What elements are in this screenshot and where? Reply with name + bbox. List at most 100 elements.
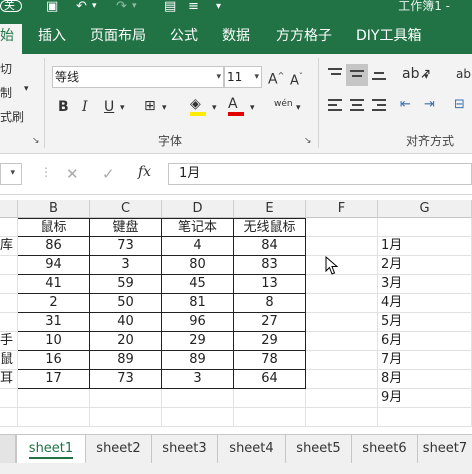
table-cell[interactable]: 45 — [162, 275, 234, 294]
copy-button[interactable]: 制 — [0, 84, 12, 101]
borders-icon[interactable]: ⊞ — [144, 98, 156, 114]
table-header-cell[interactable]: 鼠标 — [18, 218, 90, 237]
underline-dropdown-icon[interactable]: ▾ — [120, 100, 125, 116]
phonetic-guide-button[interactable]: wén — [274, 96, 293, 112]
table-cell[interactable]: 17 — [18, 370, 90, 389]
column-header-F[interactable]: F — [306, 200, 378, 218]
column-header-E[interactable]: E — [234, 200, 306, 218]
column-header-B[interactable]: B — [18, 200, 90, 218]
table-cell[interactable]: 16 — [18, 351, 90, 370]
table-cell[interactable]: 73 — [90, 370, 162, 389]
table-cell[interactable]: 29 — [234, 332, 306, 351]
table-cell[interactable]: 4 — [162, 237, 234, 256]
sheet-tab-6[interactable]: sheet6 — [352, 435, 418, 463]
table-cell[interactable]: 40 — [90, 313, 162, 332]
table-cell[interactable]: 13 — [234, 275, 306, 294]
sheet-tab-5[interactable]: sheet5 — [286, 435, 352, 463]
font-color-button[interactable]: A — [228, 96, 244, 116]
sheet-tab-7[interactable]: sheet7 — [418, 435, 472, 463]
undo-icon[interactable]: ↶ — [76, 0, 87, 14]
table-cell[interactable]: 86 — [18, 237, 90, 256]
table-cell[interactable]: 94 — [18, 256, 90, 275]
format-painter-button[interactable]: 式刷 — [0, 108, 24, 125]
wrap-text-icon[interactable]: ab — [456, 66, 471, 82]
cell[interactable] — [306, 408, 378, 427]
cell[interactable] — [306, 351, 378, 370]
cell[interactable] — [306, 237, 378, 256]
row-label-fragment[interactable] — [0, 275, 18, 294]
cell[interactable] — [162, 408, 234, 427]
cell[interactable] — [162, 389, 234, 408]
print-preview-icon[interactable]: ▤ — [164, 0, 176, 14]
cell[interactable] — [378, 408, 472, 427]
phonetic-dropdown-icon[interactable]: ▾ — [296, 100, 301, 116]
table-cell[interactable]: 73 — [90, 237, 162, 256]
orientation-dropdown-icon[interactable]: ▾ — [424, 69, 429, 85]
shrink-font-button[interactable]: Aˇ — [290, 69, 303, 89]
cell[interactable] — [306, 332, 378, 351]
table-cell[interactable]: 3 — [90, 256, 162, 275]
column-header-C[interactable]: C — [90, 200, 162, 218]
font-size-select[interactable]: 11 ▾ — [224, 66, 262, 88]
bold-button[interactable]: B — [58, 99, 69, 115]
row-label-fragment[interactable]: 手 — [0, 332, 18, 351]
formula-input[interactable]: 1月 — [168, 163, 472, 185]
cell[interactable] — [90, 408, 162, 427]
decrease-indent-icon[interactable]: ⇤ — [400, 97, 411, 113]
table-cell[interactable]: 31 — [18, 313, 90, 332]
month-cell[interactable]: 7月 — [378, 351, 472, 370]
cell[interactable] — [306, 218, 378, 237]
sheet-tab-1[interactable]: sheet1 — [16, 435, 86, 463]
row-label-fragment[interactable] — [0, 313, 18, 332]
tab-diy-toolbox[interactable]: DIY工具箱 — [356, 28, 421, 44]
cancel-icon[interactable]: ✕ — [66, 165, 79, 183]
cell[interactable] — [306, 294, 378, 313]
borders-dropdown-icon[interactable]: ▾ — [162, 100, 167, 116]
table-cell[interactable]: 2 — [18, 294, 90, 313]
insert-function-button[interactable]: fx — [138, 164, 151, 180]
month-cell[interactable]: 3月 — [378, 275, 472, 294]
table-header-cell[interactable]: 笔记本 — [162, 218, 234, 237]
table-cell[interactable]: 10 — [18, 332, 90, 351]
font-name-select[interactable]: 等线 ▾ — [52, 66, 224, 88]
cell[interactable] — [90, 389, 162, 408]
cell[interactable] — [0, 408, 18, 427]
tab-formulas[interactable]: 公式 — [170, 28, 198, 44]
row-label-fragment[interactable] — [0, 294, 18, 313]
redo-icon[interactable]: ↷ — [116, 0, 127, 14]
tab-data[interactable]: 数据 — [222, 28, 250, 44]
cell[interactable] — [0, 389, 18, 408]
table-cell[interactable]: 84 — [234, 237, 306, 256]
enter-icon[interactable]: ✓ — [102, 165, 115, 183]
sheet-tab-2[interactable]: sheet2 — [86, 435, 152, 463]
customize-toolbar-icon[interactable]: ▾ — [216, 0, 221, 14]
cell[interactable] — [234, 408, 306, 427]
month-cell[interactable]: 1月 — [378, 237, 472, 256]
clipboard-launcher-icon[interactable]: ↘ — [32, 136, 40, 146]
italic-button[interactable]: I — [82, 99, 88, 115]
font-launcher-icon[interactable]: ↘ — [304, 136, 312, 146]
column-header-G[interactable]: G — [378, 200, 472, 218]
cell[interactable] — [306, 370, 378, 389]
name-box[interactable]: ▾ — [0, 163, 22, 185]
table-cell[interactable]: 64 — [234, 370, 306, 389]
save-icon[interactable]: ▣ — [46, 0, 58, 14]
table-cell[interactable]: 41 — [18, 275, 90, 294]
month-cell[interactable]: 6月 — [378, 332, 472, 351]
tab-insert[interactable]: 插入 — [38, 28, 66, 44]
column-header-A[interactable] — [0, 200, 18, 218]
table-cell[interactable]: 80 — [162, 256, 234, 275]
month-cell[interactable]: 5月 — [378, 313, 472, 332]
table-cell[interactable]: 83 — [234, 256, 306, 275]
cell[interactable] — [0, 218, 18, 237]
increase-indent-icon[interactable]: ⇥ — [424, 97, 435, 113]
table-cell[interactable]: 78 — [234, 351, 306, 370]
more-icon[interactable]: ≡ — [188, 0, 199, 14]
underline-button[interactable]: U — [104, 99, 114, 115]
row-label-fragment[interactable] — [0, 256, 18, 275]
table-cell[interactable]: 89 — [162, 351, 234, 370]
cell[interactable] — [18, 389, 90, 408]
column-header-D[interactable]: D — [162, 200, 234, 218]
autosave-toggle[interactable]: 关 — [0, 0, 22, 14]
table-cell[interactable]: 50 — [90, 294, 162, 313]
